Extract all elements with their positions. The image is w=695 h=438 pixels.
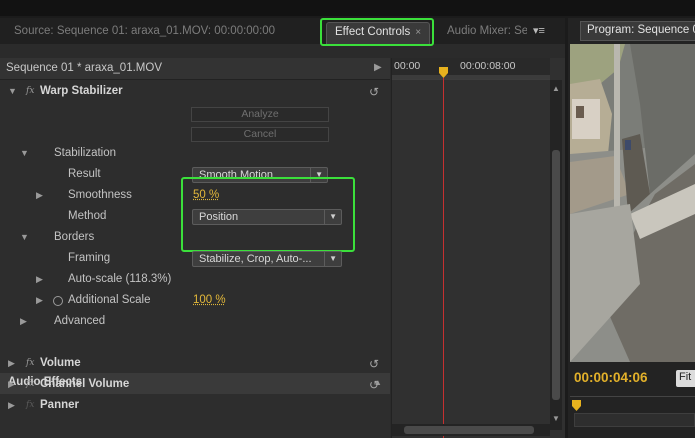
fx-icon[interactable]: fx — [26, 379, 34, 389]
highlight-tab-box — [320, 18, 434, 46]
sequence-title: Sequence 01 * araxa_01.MOV — [6, 62, 162, 74]
param-label: Auto-scale (118.3%) — [68, 273, 172, 285]
param-label: Result — [68, 168, 101, 180]
param-framing: Framing Stabilize, Crop, Auto-... ▼ — [0, 249, 390, 270]
dropdown-value: Stabilize, Crop, Auto-... — [199, 253, 312, 265]
video-image — [570, 44, 695, 362]
fx-icon[interactable]: fx — [26, 358, 34, 368]
effect-controls-panel: Source: Sequence 01: araxa_01.MOV: 00:00… — [0, 18, 565, 438]
effect-name: Volume — [40, 357, 81, 369]
zoom-fit-dropdown[interactable]: Fit — [676, 370, 695, 387]
program-ruler[interactable] — [570, 396, 695, 408]
effect-list: Sequence 01 * araxa_01.MOV ▶ ▼ fx Warp S… — [0, 58, 390, 438]
group-label: Stabilization — [54, 147, 117, 159]
vertical-scrollbar[interactable]: ▲ ▼ — [550, 80, 562, 430]
group-label: Borders — [54, 231, 95, 243]
fx-icon[interactable]: fx — [26, 400, 34, 410]
expand-icon[interactable]: ▶ — [8, 400, 15, 411]
panel-menu-icon[interactable]: ▾≡ — [533, 24, 545, 37]
ruler-start: 00:00 — [394, 60, 421, 72]
program-playhead[interactable] — [572, 400, 581, 411]
additional-scale-value[interactable]: 100 % — [193, 294, 226, 306]
effect-timeline[interactable]: 00:00 00:00:08:00 ▲ ▼ — [391, 58, 565, 438]
horizontal-scrollbar[interactable] — [392, 424, 550, 436]
chevron-down-icon: ▼ — [324, 252, 337, 266]
effect-row-volume[interactable]: ▶ fx Volume ↺ — [0, 354, 390, 375]
reset-icon[interactable]: ↺ — [369, 357, 379, 371]
program-scrollbar[interactable] — [574, 413, 695, 427]
video-frame — [570, 44, 695, 362]
reset-icon[interactable]: ↺ — [369, 378, 379, 392]
collapse-icon[interactable]: ▼ — [20, 232, 29, 242]
sequence-header: Sequence 01 * araxa_01.MOV ▶ — [0, 58, 390, 80]
tab-audio-mixer[interactable]: Audio Mixer: Se — [447, 25, 527, 37]
param-label: Framing — [68, 252, 111, 264]
ruler-mark: 00:00:08:00 — [460, 60, 516, 72]
expand-icon[interactable]: ▶ — [8, 379, 15, 390]
collapse-icon[interactable]: ▼ — [8, 86, 17, 96]
stopwatch-icon[interactable] — [53, 296, 63, 306]
fx-icon[interactable]: fx — [26, 86, 34, 96]
tab-program[interactable]: Program: Sequence 0 — [580, 21, 695, 41]
expand-timeline-icon[interactable]: ▶ — [374, 62, 382, 73]
scroll-down-icon[interactable]: ▼ — [552, 414, 560, 423]
collapse-icon[interactable]: ▼ — [20, 148, 29, 158]
effect-row-panner[interactable]: ▶ fx Panner — [0, 396, 390, 417]
expand-icon[interactable]: ▶ — [36, 190, 43, 201]
group-borders[interactable]: ▼ Borders — [0, 228, 390, 249]
scroll-thumb[interactable] — [404, 426, 534, 434]
effect-row-warp-stabilizer[interactable]: ▼ fx Warp Stabilizer ↺ — [0, 82, 390, 103]
analyze-button[interactable]: Analyze — [191, 107, 329, 122]
cancel-button[interactable]: Cancel — [191, 127, 329, 142]
panel-tabbar: Source: Sequence 01: araxa_01.MOV: 00:00… — [0, 18, 565, 44]
time-ruler[interactable]: 00:00 00:00:08:00 — [392, 58, 550, 80]
program-monitor: Program: Sequence 0 00:00:04:06 Fit — [568, 18, 695, 438]
effect-name: Warp Stabilizer — [40, 85, 123, 97]
param-label: Method — [68, 210, 107, 222]
group-label: Advanced — [54, 315, 106, 327]
playhead-line — [443, 78, 444, 438]
group-stabilization[interactable]: ▼ Stabilization — [0, 144, 390, 165]
expand-icon[interactable]: ▶ — [20, 316, 27, 327]
effect-name: Panner — [40, 399, 79, 411]
scroll-up-icon[interactable]: ▲ — [552, 84, 560, 93]
param-label: Additional Scale — [68, 294, 151, 306]
param-additional-scale: ▶ Additional Scale 100 % — [0, 291, 390, 312]
effect-name: Channel Volume — [40, 378, 130, 390]
top-strip — [0, 0, 695, 16]
reset-icon[interactable]: ↺ — [369, 85, 379, 99]
scroll-thumb[interactable] — [552, 150, 560, 400]
group-advanced[interactable]: ▶ Advanced — [0, 312, 390, 333]
framing-dropdown[interactable]: Stabilize, Crop, Auto-... ▼ — [192, 251, 342, 267]
effect-row-channel-volume[interactable]: ▶ fx Channel Volume ↺ — [0, 375, 390, 396]
expand-icon[interactable]: ▶ — [36, 295, 43, 306]
tab-source[interactable]: Source: Sequence 01: araxa_01.MOV: 00:00… — [14, 25, 275, 37]
program-timecode[interactable]: 00:00:04:06 — [574, 370, 648, 385]
expand-icon[interactable]: ▶ — [36, 274, 43, 285]
param-auto-scale[interactable]: ▶ Auto-scale (118.3%) — [0, 270, 390, 291]
ruler-bar — [392, 75, 550, 79]
param-label: Smoothness — [68, 189, 132, 201]
expand-icon[interactable]: ▶ — [8, 358, 15, 369]
